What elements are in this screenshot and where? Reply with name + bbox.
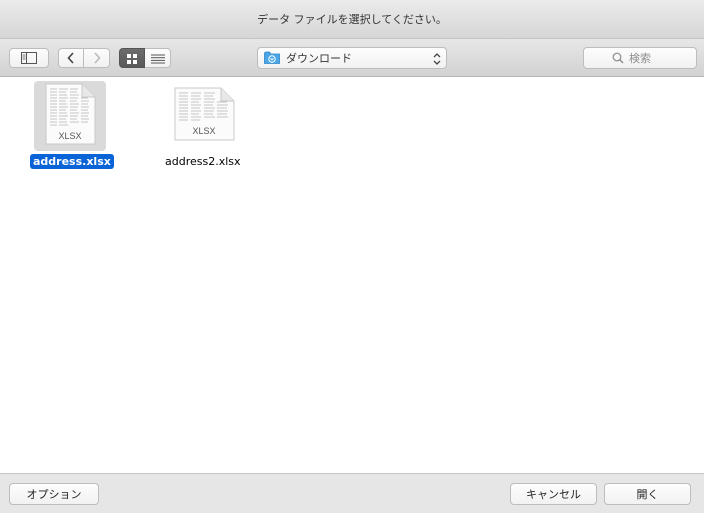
- location-popup[interactable]: ダウンロード: [257, 47, 447, 69]
- file-type-label: XLSX: [58, 131, 81, 141]
- file-name: address.xlsx: [30, 154, 114, 169]
- view-mode-switcher: [119, 48, 171, 68]
- sidebar-toggle-button[interactable]: [9, 48, 49, 68]
- spreadsheet-document-icon: XLSX: [173, 87, 235, 145]
- updown-chevron-icon: [433, 51, 441, 70]
- toolbar: ダウンロード 検索: [0, 39, 704, 77]
- cancel-button[interactable]: キャンセル: [510, 483, 597, 505]
- bottom-bar: オプション キャンセル 開く: [0, 473, 704, 513]
- back-button[interactable]: [58, 48, 84, 68]
- spreadsheet-document-icon: XLSX: [44, 83, 96, 149]
- search-placeholder: 検索: [629, 52, 651, 65]
- title-bar: データ ファイルを選択してください。: [0, 0, 704, 39]
- grid-icon: [127, 49, 137, 68]
- search-field[interactable]: 検索: [583, 47, 697, 69]
- chevron-right-icon: [93, 49, 101, 68]
- search-icon: [612, 49, 624, 68]
- downloads-folder-icon: [264, 49, 280, 68]
- history-navigation: [58, 48, 110, 68]
- forward-button[interactable]: [84, 48, 110, 68]
- file-browser: XLSX address.xlsx XLSX address2.xlsx: [0, 77, 704, 473]
- location-label: ダウンロード: [286, 52, 352, 65]
- chevron-left-icon: [67, 49, 75, 68]
- open-button[interactable]: 開く: [604, 483, 691, 505]
- list-icon: [150, 49, 165, 68]
- window-title: データ ファイルを選択してください。: [257, 13, 447, 26]
- options-button[interactable]: オプション: [9, 483, 99, 505]
- file-thumbnail: XLSX: [168, 81, 240, 151]
- file-type-label: XLSX: [192, 126, 215, 136]
- sidebar-icon: [21, 49, 37, 68]
- file-thumbnail: XLSX: [34, 81, 106, 151]
- icon-view-button[interactable]: [119, 48, 145, 68]
- file-name: address2.xlsx: [165, 155, 241, 168]
- list-view-button[interactable]: [145, 48, 171, 68]
